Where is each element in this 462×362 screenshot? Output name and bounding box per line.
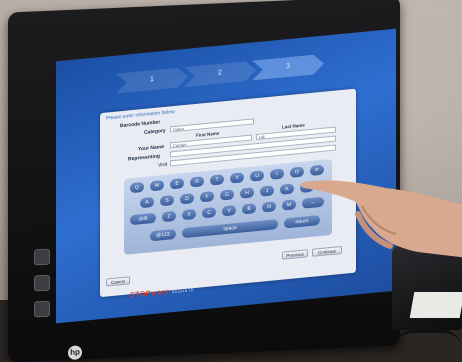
key-shift[interactable]: shift [130, 212, 156, 226]
bezel-button-media[interactable] [34, 274, 50, 292]
key-d[interactable]: D [180, 193, 194, 205]
key-f[interactable]: F [200, 191, 214, 203]
category-label: Category [144, 127, 166, 136]
key-space[interactable]: space [182, 219, 278, 239]
pointing-hand [300, 180, 462, 258]
step-2: 2 [184, 60, 256, 87]
key-k[interactable]: K [280, 183, 294, 195]
key-n[interactable]: N [262, 201, 276, 213]
key-u[interactable]: U [250, 170, 264, 182]
your-name-label: Your Name [138, 143, 165, 153]
cancel-button[interactable]: Cancel [106, 276, 130, 287]
key-e[interactable]: E [170, 178, 184, 190]
bezel-button-power[interactable] [34, 300, 50, 318]
key-b[interactable]: B [242, 203, 256, 215]
key-t[interactable]: T [210, 174, 224, 186]
key-x[interactable]: X [182, 208, 196, 221]
hand-shape [300, 180, 462, 258]
key-m[interactable]: M [282, 199, 296, 211]
step-progress: 1 2 3 [116, 49, 376, 94]
key-i[interactable]: I [270, 168, 284, 180]
step-3-active: 3 [252, 54, 324, 81]
step-1: 1 [116, 67, 188, 94]
key-s[interactable]: S [160, 195, 174, 207]
key-g[interactable]: G [220, 189, 234, 201]
barcode-label: Barcode Number [120, 119, 161, 130]
printed-badge [409, 292, 462, 318]
key-r[interactable]: R [190, 176, 204, 188]
key-a[interactable]: A [140, 196, 154, 209]
key-j[interactable]: J [260, 185, 274, 197]
form-instruction: Please enter information below [106, 108, 175, 122]
key-h[interactable]: H [240, 187, 254, 199]
key-v[interactable]: V [222, 205, 236, 217]
key-numbers[interactable]: @123 [150, 228, 176, 242]
hp-logo: hp [68, 345, 82, 360]
key-w[interactable]: W [150, 179, 164, 192]
key-y[interactable]: Y [230, 172, 244, 184]
bezel-buttons [34, 248, 52, 330]
photo-scene: hp 1 2 3 Please enter information below … [0, 0, 462, 362]
bezel-button-display[interactable] [34, 248, 50, 266]
key-z[interactable]: Z [162, 210, 176, 223]
visiting-label: Visit [158, 161, 168, 169]
printer-cable [394, 330, 462, 349]
key-q[interactable]: Q [130, 181, 144, 194]
first-name-header: First Name [196, 130, 220, 138]
last-name-header: Last Name [282, 122, 305, 130]
key-c[interactable]: C [202, 207, 216, 219]
brand-tagline: Secure ID [171, 287, 195, 295]
representing-label: Representing [128, 153, 160, 163]
